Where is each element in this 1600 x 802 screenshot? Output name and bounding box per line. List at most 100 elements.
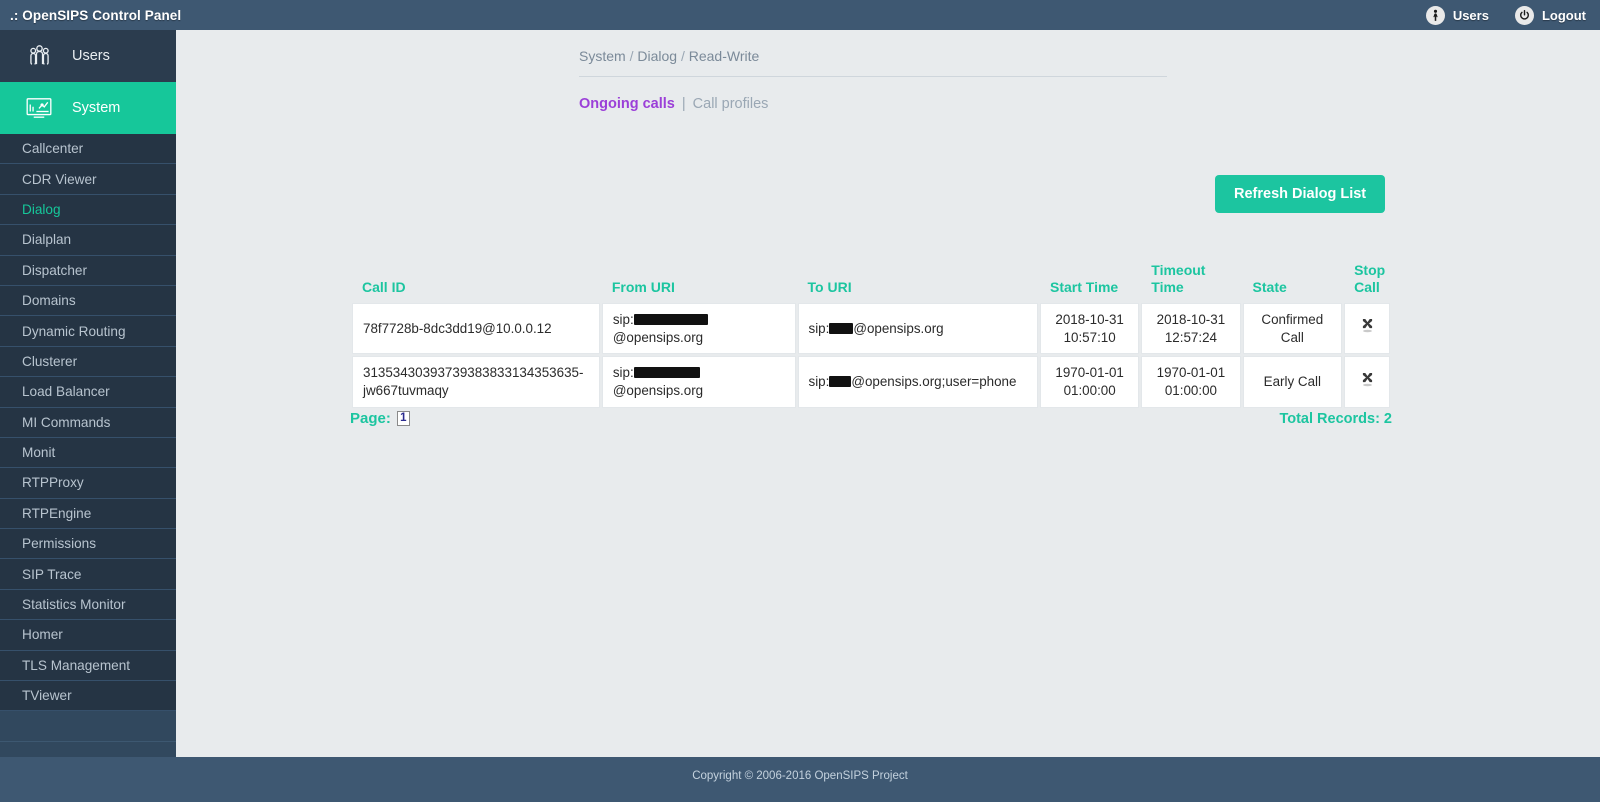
sidebar-item-mi-commands-label: MI Commands — [22, 414, 111, 430]
sidebar-item-dialog-label: Dialog — [22, 201, 61, 217]
column-header-state[interactable]: State — [1243, 262, 1343, 301]
sidebar-item-mi-commands[interactable]: MI Commands — [0, 407, 176, 438]
sidebar-item-statistics-monitor[interactable]: Statistics Monitor — [0, 589, 176, 621]
sidebar-item-dialplan[interactable]: Dialplan — [0, 225, 176, 256]
page-label: Page: — [350, 410, 391, 427]
dialog-table-head: Call ID From URI To URI Start Time Timeo… — [352, 262, 1390, 301]
sidebar-item-homer[interactable]: Homer — [0, 620, 176, 651]
sidebar-item-users[interactable]: Users — [0, 30, 176, 82]
sidebar-item-load-balancer[interactable]: Load Balancer — [0, 377, 176, 408]
sidebar-item-sip-trace[interactable]: SIP Trace — [0, 559, 176, 590]
breadcrumb: System / Dialog / Read-Write — [579, 48, 759, 64]
opensips-control-panel: .: OpenSIPS Control Panel Users Logout U… — [0, 0, 1600, 802]
sidebar: Users System Callcenter CDR Viewer Dialo… — [0, 30, 176, 773]
column-header-to-uri[interactable]: To URI — [798, 262, 1038, 301]
users-link[interactable]: Users — [1425, 5, 1489, 25]
tab-separator: | — [681, 96, 686, 112]
sidebar-item-dynamic-routing[interactable]: Dynamic Routing — [0, 316, 176, 347]
tab-ongoing-calls[interactable]: Ongoing calls — [579, 96, 675, 112]
sidebar-item-domains-label: Domains — [22, 293, 76, 309]
cell-stop-call — [1344, 356, 1390, 408]
sidebar-item-clusterer[interactable]: Clusterer — [0, 346, 176, 378]
column-header-call-id[interactable]: Call ID — [352, 262, 600, 301]
users-link-label: Users — [1452, 7, 1489, 23]
from-uri-prefix: sip: — [612, 312, 634, 328]
sidebar-item-homer-label: Homer — [22, 627, 63, 643]
breadcrumb-separator-2: / — [680, 48, 685, 64]
from-uri-prefix: sip: — [612, 365, 634, 381]
sidebar-item-system[interactable]: System — [0, 82, 176, 134]
redaction-bar — [633, 367, 700, 379]
column-header-timeout-time[interactable]: Timeout Time — [1141, 262, 1240, 301]
column-header-from-uri[interactable]: From URI — [602, 262, 796, 301]
sidebar-item-domains[interactable]: Domains — [0, 285, 176, 317]
sidebar-item-cdr-viewer[interactable]: CDR Viewer — [0, 164, 176, 195]
breadcrumb-dialog[interactable]: Dialog — [637, 48, 677, 64]
sidebar-item-callcenter-label: Callcenter — [22, 141, 84, 157]
dialog-table-container: Call ID From URI To URI Start Time Timeo… — [350, 260, 1392, 410]
refresh-dialog-list-button[interactable]: Refresh Dialog List — [1215, 175, 1386, 213]
sidebar-item-statistics-monitor-label: Statistics Monitor — [22, 597, 126, 613]
breadcrumb-system[interactable]: System — [579, 48, 626, 64]
sidebar-item-rtpengine[interactable]: RTPEngine — [0, 498, 176, 530]
cell-call-id: 31353430393739383833134353635-jw667tuvma… — [352, 356, 600, 408]
to-uri-suffix: @opensips.org — [853, 320, 944, 336]
sidebar-item-users-label: Users — [72, 48, 110, 64]
dialog-table: Call ID From URI To URI Start Time Timeo… — [350, 260, 1392, 410]
cell-to-uri: sip: @opensips.org;user=phone — [797, 356, 1038, 408]
sidebar-item-permissions-label: Permissions — [22, 536, 97, 552]
sidebar-item-rtpengine-label: RTPEngine — [22, 505, 92, 521]
sidebar-item-system-label: System — [72, 100, 121, 116]
dialog-table-body: 78f7728b-8dc3dd19@10.0.0.12 sip:@opensip… — [352, 303, 1390, 408]
footer: Copyright © 2006-2016 OpenSIPS Project — [0, 757, 1600, 802]
sidebar-item-callcenter[interactable]: Callcenter — [0, 134, 176, 165]
sidebar-item-monit-label: Monit — [22, 445, 56, 461]
breadcrumb-divider — [579, 76, 1167, 77]
from-uri-suffix: @opensips.org — [612, 329, 704, 345]
redaction-bar — [829, 376, 852, 388]
sidebar-item-dispatcher[interactable]: Dispatcher — [0, 255, 176, 286]
cell-start-time: 2018-10-31 10:57:10 — [1039, 303, 1140, 355]
sidebar-item-tls-management[interactable]: TLS Management — [0, 650, 176, 682]
breadcrumb-read-write[interactable]: Read-Write — [689, 48, 760, 64]
sidebar-item-rtpproxy-label: RTPProxy — [22, 475, 84, 491]
page-number-1[interactable]: 1 — [396, 411, 410, 426]
person-icon — [1425, 5, 1445, 25]
table-header-row: Call ID From URI To URI Start Time Timeo… — [352, 262, 1390, 301]
stop-call-icon[interactable] — [1359, 317, 1376, 335]
redaction-bar — [829, 322, 854, 334]
app-title: .: OpenSIPS Control Panel — [10, 7, 182, 23]
sidebar-item-load-balancer-label: Load Balancer — [22, 384, 110, 400]
logout-link[interactable]: Logout — [1514, 5, 1586, 25]
main-content: System / Dialog / Read-Write Ongoing cal… — [176, 30, 1600, 757]
sidebar-item-cdr-viewer-label: CDR Viewer — [22, 171, 97, 187]
top-bar-actions: Users Logout — [1425, 5, 1586, 25]
sidebar-empty-slot-1 — [0, 711, 176, 742]
sidebar-item-tviewer[interactable]: TViewer — [0, 681, 176, 712]
stop-call-icon[interactable] — [1359, 371, 1376, 389]
power-icon — [1514, 5, 1534, 25]
total-records-label: Total Records: 2 — [1279, 410, 1392, 427]
cell-call-id: 78f7728b-8dc3dd19@10.0.0.12 — [352, 303, 600, 355]
tab-call-profiles[interactable]: Call profiles — [693, 96, 769, 112]
to-uri-prefix: sip: — [808, 320, 830, 336]
sidebar-item-clusterer-label: Clusterer — [22, 353, 78, 369]
column-header-stop-call[interactable]: Stop Call — [1344, 262, 1390, 301]
sidebar-item-tls-management-label: TLS Management — [22, 657, 131, 673]
cell-from-uri: sip:@opensips.org — [601, 303, 796, 355]
table-row: 78f7728b-8dc3dd19@10.0.0.12 sip:@opensip… — [352, 303, 1390, 355]
sidebar-item-permissions[interactable]: Permissions — [0, 529, 176, 560]
sidebar-item-dialog[interactable]: Dialog — [0, 194, 176, 226]
sidebar-item-rtpproxy[interactable]: RTPProxy — [0, 468, 176, 499]
from-uri-suffix: @opensips.org — [612, 383, 704, 399]
sidebar-item-dynamic-routing-label: Dynamic Routing — [22, 323, 126, 339]
breadcrumb-separator-1: / — [629, 48, 634, 64]
to-uri-prefix: sip: — [808, 374, 830, 390]
logout-link-label: Logout — [1541, 7, 1586, 23]
column-header-start-time[interactable]: Start Time — [1040, 262, 1139, 301]
pagination-row: Page: 1 Total Records: 2 — [350, 410, 1392, 427]
to-uri-suffix: @opensips.org;user=phone — [851, 374, 1017, 390]
sidebar-item-tviewer-label: TViewer — [22, 688, 72, 704]
cell-from-uri: sip: @opensips.org — [601, 356, 796, 408]
sidebar-item-monit[interactable]: Monit — [0, 437, 176, 469]
